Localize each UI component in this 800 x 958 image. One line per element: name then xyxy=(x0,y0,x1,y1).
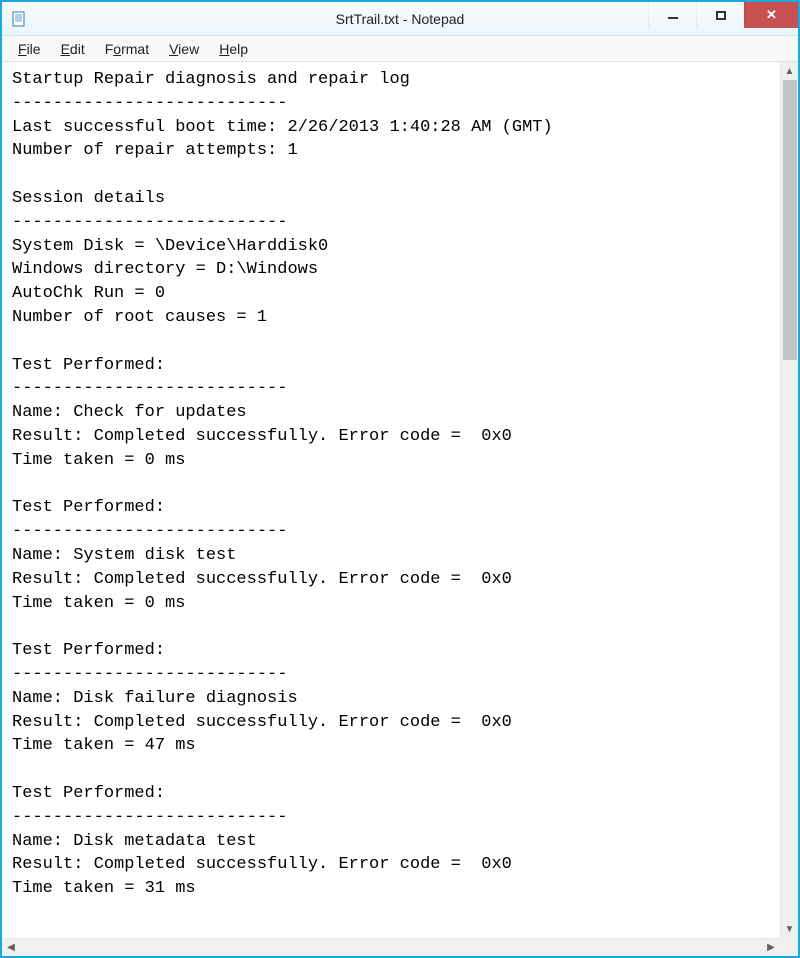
scrollbar-corner xyxy=(780,938,798,956)
window-title: SrtTrail.txt - Notepad xyxy=(336,11,465,27)
menu-format[interactable]: Format xyxy=(95,39,159,59)
titlebar[interactable]: SrtTrail.txt - Notepad xyxy=(2,2,798,36)
scroll-left-arrow[interactable]: ◀ xyxy=(2,939,20,956)
content-area: Startup Repair diagnosis and repair log … xyxy=(2,62,798,938)
menu-view[interactable]: View xyxy=(159,39,209,59)
notepad-icon xyxy=(10,10,28,28)
notepad-window: SrtTrail.txt - Notepad File Edit Format … xyxy=(0,0,800,958)
bottom-scroll-area: ◀ ▶ xyxy=(2,938,798,956)
vertical-scrollbar[interactable]: ▲ ▼ xyxy=(780,62,798,938)
menu-help[interactable]: Help xyxy=(209,39,258,59)
text-editor[interactable]: Startup Repair diagnosis and repair log … xyxy=(2,62,780,938)
close-button[interactable] xyxy=(744,2,798,28)
window-controls xyxy=(648,2,798,35)
scroll-down-arrow[interactable]: ▼ xyxy=(781,920,798,938)
scroll-right-arrow[interactable]: ▶ xyxy=(762,939,780,956)
maximize-button[interactable] xyxy=(696,2,744,28)
scroll-thumb-vertical[interactable] xyxy=(783,80,797,360)
minimize-button[interactable] xyxy=(648,2,696,28)
menubar: File Edit Format View Help xyxy=(2,36,798,62)
menu-edit[interactable]: Edit xyxy=(51,39,95,59)
scroll-up-arrow[interactable]: ▲ xyxy=(781,62,798,80)
horizontal-scrollbar[interactable]: ◀ ▶ xyxy=(2,938,780,956)
menu-file[interactable]: File xyxy=(8,39,51,59)
